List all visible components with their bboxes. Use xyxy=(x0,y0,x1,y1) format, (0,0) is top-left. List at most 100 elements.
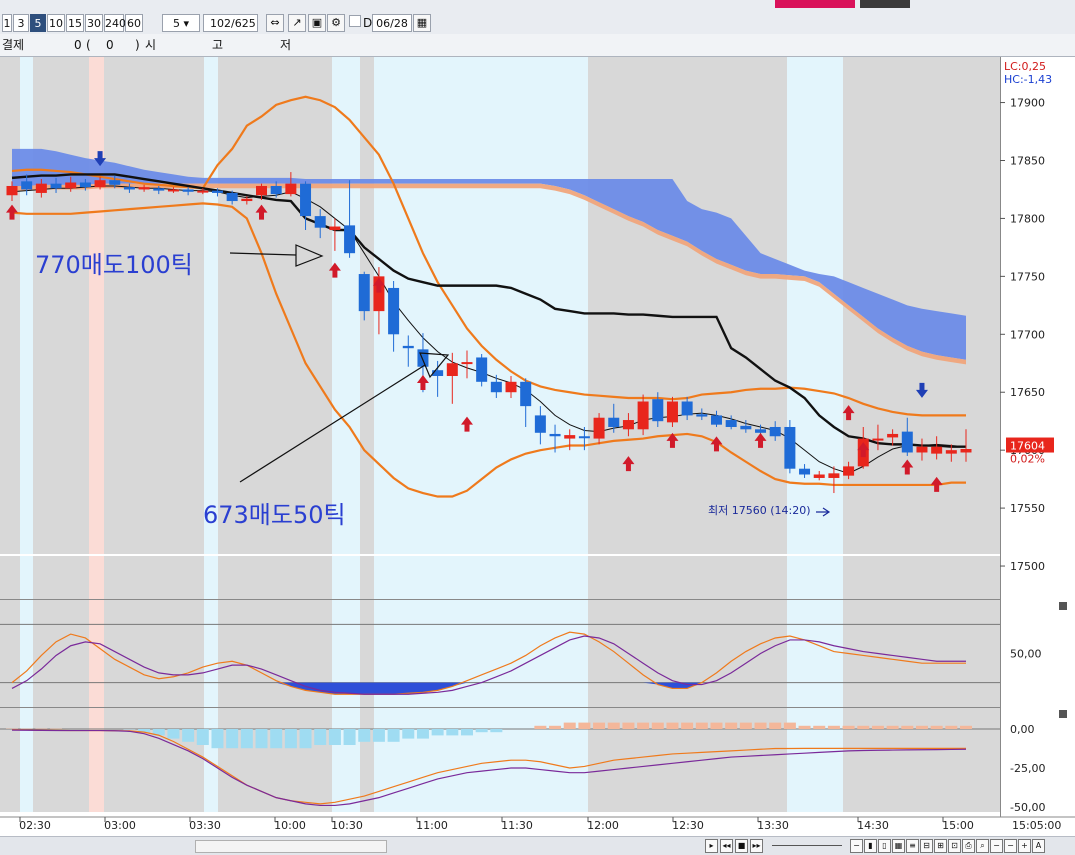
search-icon[interactable]: ⌕ xyxy=(976,839,989,853)
table-icon[interactable]: ⊡ xyxy=(948,839,961,853)
period-button-3[interactable]: 3 xyxy=(13,14,29,32)
session-band-5 xyxy=(204,57,218,812)
crosshair-icon[interactable]: ⇔ xyxy=(266,14,284,32)
candle-body xyxy=(696,414,707,416)
print-icon[interactable]: ⎙ xyxy=(962,839,975,853)
chart-type-icon[interactable]: ▮ xyxy=(864,839,877,853)
macd-osc-bar xyxy=(945,726,957,729)
candle-body xyxy=(476,357,487,381)
period-button-60[interactable]: 60 xyxy=(125,14,143,32)
calendar-icon[interactable]: ▦ xyxy=(413,14,431,32)
macd-osc-bar xyxy=(784,723,796,729)
period-button-15[interactable]: 15 xyxy=(66,14,84,32)
period-button-240[interactable]: 240 xyxy=(104,14,124,32)
macd-osc-bar xyxy=(608,723,620,729)
candle-body xyxy=(770,427,781,436)
price-tick-label: 17800 xyxy=(1010,212,1045,225)
forward-icon[interactable]: ▸▸ xyxy=(750,839,763,853)
minus-icon[interactable]: − xyxy=(990,839,1003,853)
zoom-slider[interactable] xyxy=(772,845,842,846)
macd-osc-bar xyxy=(857,726,869,729)
lc-label: LC:0,25 xyxy=(1004,60,1046,73)
expand-icon[interactable]: + xyxy=(1018,839,1031,853)
brand-badge[interactable] xyxy=(775,0,855,8)
time-tick-label: 15:00 xyxy=(942,819,974,832)
time-tick-label: 10:00 xyxy=(274,819,306,832)
candle-body xyxy=(902,432,913,453)
price-tick-label: 17900 xyxy=(1010,97,1045,110)
macd-osc-bar xyxy=(373,729,385,742)
macd-osc-bar xyxy=(637,723,649,729)
page-counter[interactable]: 102/625 xyxy=(203,14,258,32)
text-tool-icon[interactable]: A xyxy=(1032,839,1045,853)
candle-body xyxy=(828,473,839,478)
macd-osc-bar xyxy=(388,729,400,742)
grid-icon[interactable]: ▦ xyxy=(892,839,905,853)
time-tick-label: 02:30 xyxy=(19,819,51,832)
macd-close-icon[interactable] xyxy=(1059,710,1067,718)
macd-osc-bar xyxy=(725,723,737,729)
page-value: 102 xyxy=(210,17,231,30)
session-band-12 xyxy=(843,57,1000,812)
macd-osc-bar xyxy=(167,729,179,739)
macd-osc-bar xyxy=(710,723,722,729)
price-tick-label: 17700 xyxy=(1010,328,1045,341)
split-icon[interactable]: ⊞ xyxy=(934,839,947,853)
live-badge[interactable] xyxy=(860,0,910,8)
macd-osc-bar xyxy=(534,726,546,729)
zoom-out-icon[interactable]: − xyxy=(850,839,863,853)
annotation-sell1: 770매도100틱 xyxy=(35,251,193,279)
gear-icon[interactable]: ⚙ xyxy=(327,14,345,32)
compare-icon[interactable]: ⊟ xyxy=(920,839,933,853)
axis-divider xyxy=(1000,57,1001,817)
candle-body xyxy=(843,466,854,475)
period-button-30[interactable]: 30 xyxy=(85,14,103,32)
draw-tool-icon[interactable]: ↗ xyxy=(288,14,306,32)
macd-osc-bar xyxy=(564,723,576,729)
candle-body xyxy=(329,227,340,230)
macd-osc-bar xyxy=(549,726,561,729)
macd-osc-bar xyxy=(182,729,194,742)
candle-body xyxy=(887,434,898,437)
candle-body xyxy=(726,420,737,427)
macd-osc-bar xyxy=(344,729,356,745)
candle-body xyxy=(315,216,326,228)
period-button-1[interactable]: 1 xyxy=(2,14,12,32)
candle-body xyxy=(7,186,18,195)
chart-area[interactable]: 1790017850178001775017700176501760017550… xyxy=(0,57,1075,836)
candle-body xyxy=(755,429,766,432)
stop-icon[interactable]: ■ xyxy=(735,839,748,853)
date-field[interactable]: 06/28 xyxy=(372,14,412,32)
macd-osc-bar xyxy=(329,729,341,745)
scroll-left-icon[interactable]: ▸ xyxy=(705,839,718,853)
candle-body xyxy=(344,225,355,253)
panel-divider-1 xyxy=(0,599,1075,600)
indicator-icon[interactable]: ≡ xyxy=(906,839,919,853)
session-band-11 xyxy=(787,57,843,812)
shrink-icon[interactable]: − xyxy=(1004,839,1017,853)
save-icon[interactable]: ▣ xyxy=(308,14,326,32)
macd-axis-label: -25,00 xyxy=(1010,762,1045,775)
candle-body xyxy=(168,189,179,191)
candle-body xyxy=(550,434,561,436)
paren-close: ) xyxy=(135,36,140,54)
candle-body xyxy=(535,415,546,432)
d-checkbox[interactable] xyxy=(349,15,361,27)
count-select[interactable]: 5 ▾ xyxy=(162,14,200,32)
candle-body xyxy=(417,349,428,366)
macd-axis-label: -50,00 xyxy=(1010,801,1045,814)
macd-osc-bar xyxy=(578,723,590,729)
candle-body xyxy=(227,193,238,201)
candle-body xyxy=(506,382,517,392)
candle-body xyxy=(623,420,634,429)
candle-body xyxy=(608,418,619,427)
period-button-10[interactable]: 10 xyxy=(47,14,65,32)
period-button-5[interactable]: 5 xyxy=(30,14,46,32)
time-tick-label: 03:30 xyxy=(189,819,221,832)
horizontal-scrollbar[interactable] xyxy=(195,840,387,853)
rewind-icon[interactable]: ◂◂ xyxy=(720,839,733,853)
chart-bottom-bar: ▸ ◂◂ ■ ▸▸ − ▮ ▯ ▦ ≡ ⊟ ⊞ ⊡ ⎙ ⌕ − − + A xyxy=(0,836,1075,855)
macd-osc-bar xyxy=(799,726,811,729)
layout-icon[interactable]: ▯ xyxy=(878,839,891,853)
stoch-close-icon[interactable] xyxy=(1059,602,1067,610)
